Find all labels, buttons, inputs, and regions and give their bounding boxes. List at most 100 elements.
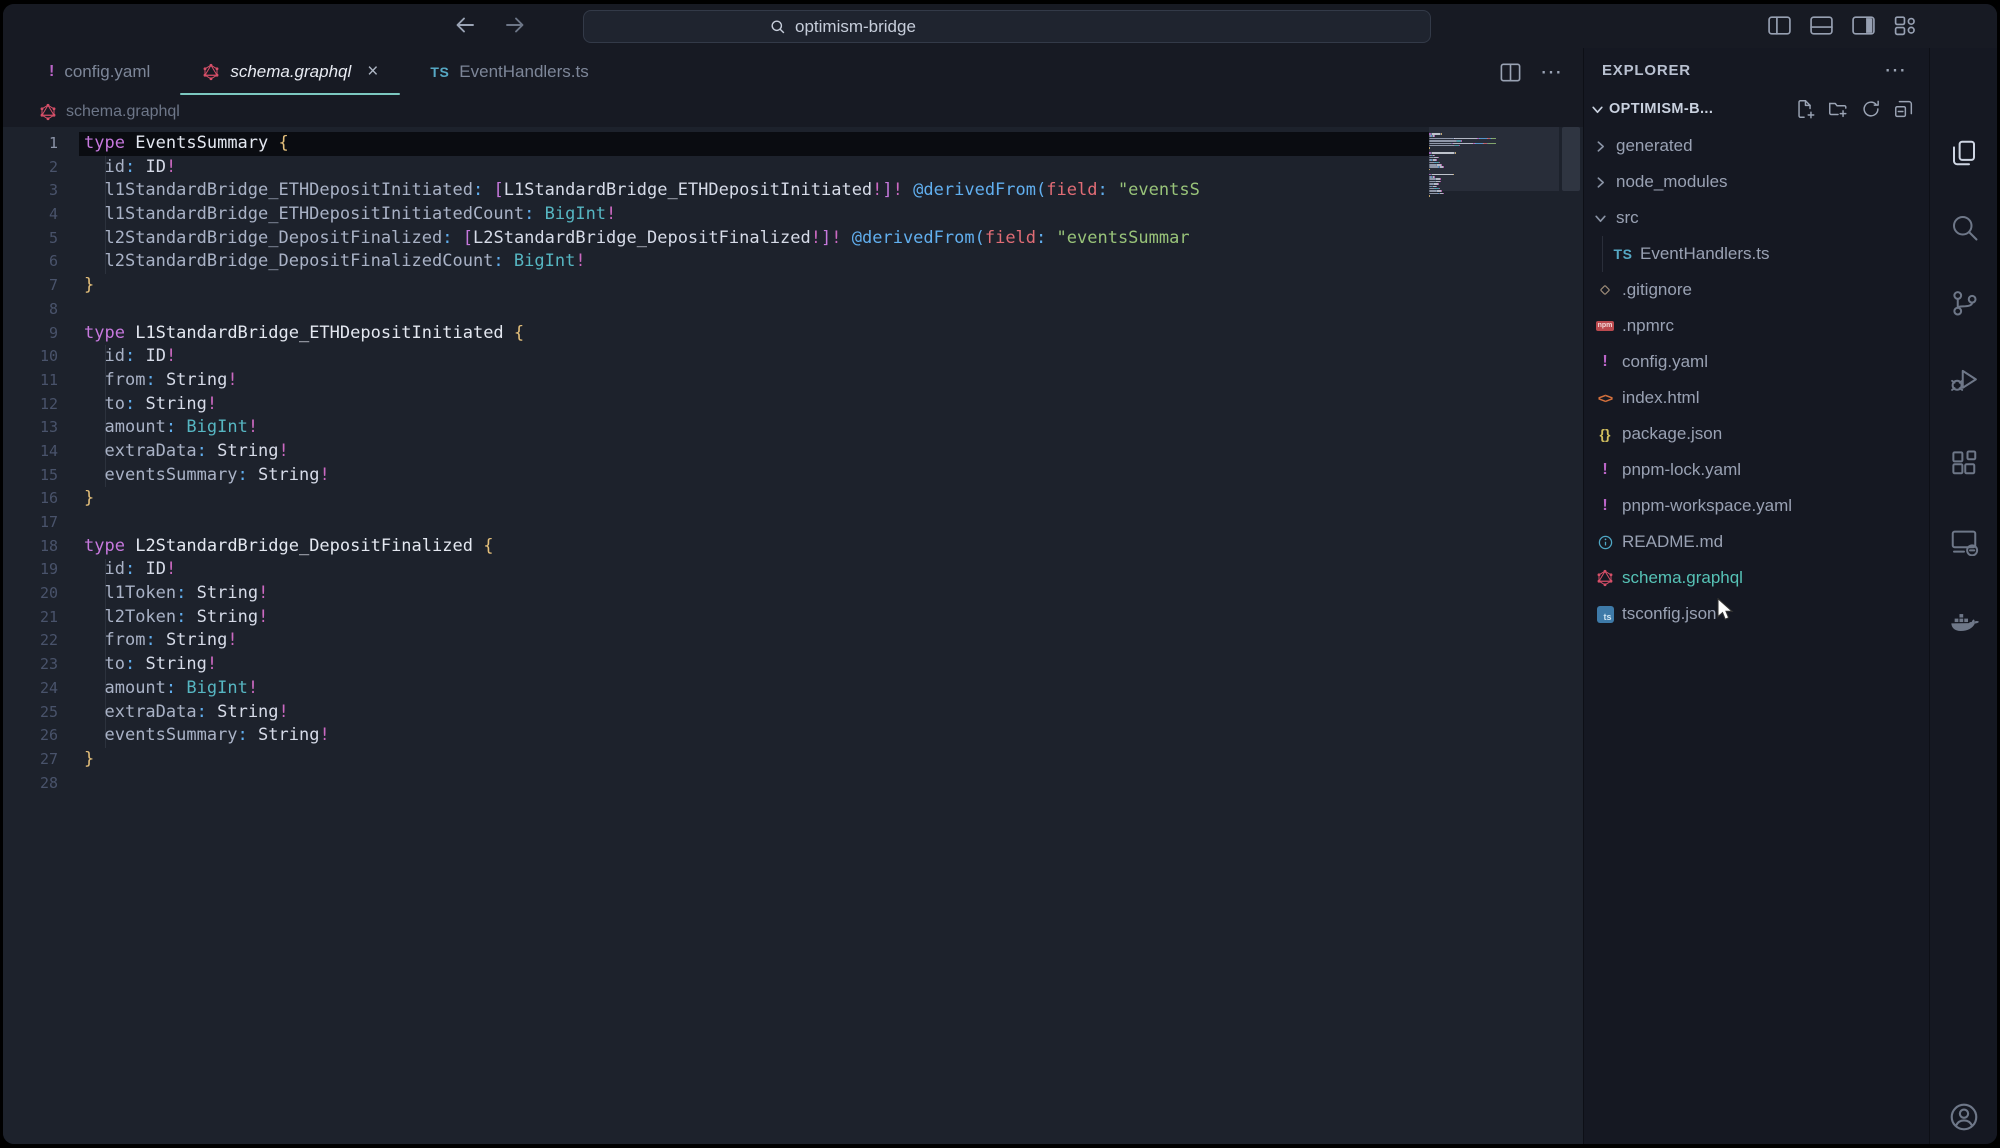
typescript-icon: TS <box>430 64 449 80</box>
tree-item-label: EventHandlers.ts <box>1640 244 1769 264</box>
chevron-down-icon <box>1591 103 1604 116</box>
tree-item-package-json[interactable]: {}package.json <box>1584 416 1929 452</box>
line-number: 26 <box>3 724 79 748</box>
line-number: 2 <box>3 156 79 180</box>
code-line[interactable]: to: String! <box>79 393 1429 417</box>
code-line[interactable]: type L1StandardBridge_ETHDepositInitiate… <box>79 322 1429 346</box>
new-file-icon[interactable] <box>1794 98 1816 120</box>
tree-item-generated[interactable]: generated <box>1584 128 1929 164</box>
code-line[interactable]: l1StandardBridge_ETHDepositInitiatedCoun… <box>79 203 1429 227</box>
tree-item-src[interactable]: src <box>1584 200 1929 236</box>
run-debug-icon[interactable] <box>1947 362 1981 396</box>
tree-item-label: tsconfig.json <box>1622 604 1717 624</box>
new-folder-icon[interactable] <box>1827 98 1849 120</box>
code-line[interactable]: l2StandardBridge_DepositFinalized: [L2St… <box>79 227 1429 251</box>
project-root-label: OPTIMISM-B... <box>1609 101 1794 117</box>
tree-item--npmrc[interactable]: npm.npmrc <box>1584 308 1929 344</box>
code-line[interactable] <box>79 298 1429 322</box>
code-line[interactable]: } <box>79 748 1429 772</box>
back-icon[interactable] <box>451 11 479 39</box>
code-line[interactable]: id: ID! <box>79 156 1429 180</box>
tab-eventhandlers-ts[interactable]: TS EventHandlers.ts <box>404 48 614 96</box>
code-line[interactable]: extraData: String! <box>79 440 1429 464</box>
scrollbar-thumb[interactable] <box>1562 127 1580 191</box>
tree-item-label: README.md <box>1622 532 1723 552</box>
toggle-primary-sidebar-icon[interactable] <box>1766 12 1793 39</box>
tree-item-readme-md[interactable]: README.md <box>1584 524 1929 560</box>
tab-label: config.yaml <box>64 62 150 82</box>
extensions-icon[interactable] <box>1947 446 1981 480</box>
editor-gutter: 1234567891011121314151617181920212223242… <box>3 127 79 1144</box>
code-line[interactable]: l1StandardBridge_ETHDepositInitiated: [L… <box>79 179 1429 203</box>
tree-item-eventhandlers-ts[interactable]: TSEventHandlers.ts <box>1584 236 1929 272</box>
customize-layout-icon[interactable] <box>1892 12 1919 39</box>
code-line[interactable]: from: String! <box>79 369 1429 393</box>
tree-item-pnpm-lock-yaml[interactable]: !pnpm-lock.yaml <box>1584 452 1929 488</box>
tab-label: EventHandlers.ts <box>459 62 588 82</box>
more-actions-icon[interactable]: ⋯ <box>1540 67 1563 77</box>
tree-item-label: node_modules <box>1616 172 1728 192</box>
code-editor[interactable]: 1234567891011121314151617181920212223242… <box>3 127 1583 1144</box>
forward-icon[interactable] <box>501 11 529 39</box>
code-line[interactable]: eventsSummary: String! <box>79 464 1429 488</box>
search-value: optimism-bridge <box>795 17 916 37</box>
code-line[interactable]: type EventsSummary { <box>79 132 1429 156</box>
explorer-icon[interactable] <box>1947 136 1981 170</box>
tree-item-label: generated <box>1616 136 1693 156</box>
code-line[interactable]: id: ID! <box>79 558 1429 582</box>
code-line[interactable] <box>79 511 1429 535</box>
tsconfig-icon: ts <box>1597 606 1614 623</box>
mouse-cursor <box>1715 598 1737 622</box>
search-icon[interactable] <box>1947 210 1981 244</box>
tree-item-label: .gitignore <box>1622 280 1692 300</box>
collapse-folders-icon[interactable] <box>1893 98 1915 120</box>
project-root-row[interactable]: OPTIMISM-B... <box>1584 92 1929 126</box>
source-control-icon[interactable] <box>1947 286 1981 320</box>
split-editor-icon[interactable] <box>1499 61 1522 84</box>
code-line[interactable]: } <box>79 487 1429 511</box>
code-line[interactable]: l2StandardBridge_DepositFinalizedCount: … <box>79 250 1429 274</box>
tree-item-config-yaml[interactable]: !config.yaml <box>1584 344 1929 380</box>
code-line[interactable]: to: String! <box>79 653 1429 677</box>
tree-item-schema-graphql[interactable]: schema.graphql <box>1584 560 1929 596</box>
code-line[interactable]: extraData: String! <box>79 701 1429 725</box>
code-line[interactable]: l2Token: String! <box>79 606 1429 630</box>
code-line[interactable]: amount: BigInt! <box>79 416 1429 440</box>
editor-scrollbar[interactable] <box>1559 127 1583 1144</box>
tree-item-node-modules[interactable]: node_modules <box>1584 164 1929 200</box>
line-number: 27 <box>3 748 79 772</box>
command-center-search[interactable]: optimism-bridge <box>583 10 1431 43</box>
explorer-sidebar: EXPLORER ⋯ OPTIMISM-B... generatednode_m… <box>1583 48 1929 1144</box>
refresh-explorer-icon[interactable] <box>1860 98 1882 120</box>
code-line[interactable]: } <box>79 274 1429 298</box>
close-tab-icon[interactable]: × <box>367 61 378 83</box>
line-number: 24 <box>3 677 79 701</box>
tree-item-pnpm-workspace-yaml[interactable]: !pnpm-workspace.yaml <box>1584 488 1929 524</box>
yaml-icon: ! <box>1602 353 1607 371</box>
code-line[interactable]: l1Token: String! <box>79 582 1429 606</box>
minimap-slider[interactable] <box>1429 127 1559 191</box>
code-line[interactable]: id: ID! <box>79 345 1429 369</box>
remote-explorer-icon[interactable] <box>1947 524 1981 558</box>
tab-schema-graphql[interactable]: schema.graphql× <box>176 48 404 96</box>
code-line[interactable]: amount: BigInt! <box>79 677 1429 701</box>
line-number: 1 <box>3 132 79 156</box>
minimap[interactable] <box>1429 127 1559 1144</box>
yaml-icon: ! <box>49 63 54 81</box>
code-line[interactable]: eventsSummary: String! <box>79 724 1429 748</box>
tree-item-index-html[interactable]: <>index.html <box>1584 380 1929 416</box>
toggle-secondary-sidebar-icon[interactable] <box>1850 12 1877 39</box>
code-line[interactable]: from: String! <box>79 629 1429 653</box>
docker-icon[interactable] <box>1947 604 1981 638</box>
explorer-more-icon[interactable]: ⋯ <box>1884 65 1907 75</box>
tree-item-tsconfig-json[interactable]: ts tsconfig.json <box>1584 596 1929 632</box>
toggle-panel-icon[interactable] <box>1808 12 1835 39</box>
code-line[interactable]: type L2StandardBridge_DepositFinalized { <box>79 535 1429 559</box>
breadcrumb[interactable]: schema.graphql <box>3 96 1583 127</box>
tab-config-yaml[interactable]: ! config.yaml <box>23 48 176 96</box>
code-line[interactable] <box>79 772 1429 796</box>
yaml-icon: ! <box>1602 497 1607 515</box>
line-number: 20 <box>3 582 79 606</box>
account-icon[interactable] <box>1947 1100 1981 1134</box>
tree-item--gitignore[interactable]: .gitignore <box>1584 272 1929 308</box>
